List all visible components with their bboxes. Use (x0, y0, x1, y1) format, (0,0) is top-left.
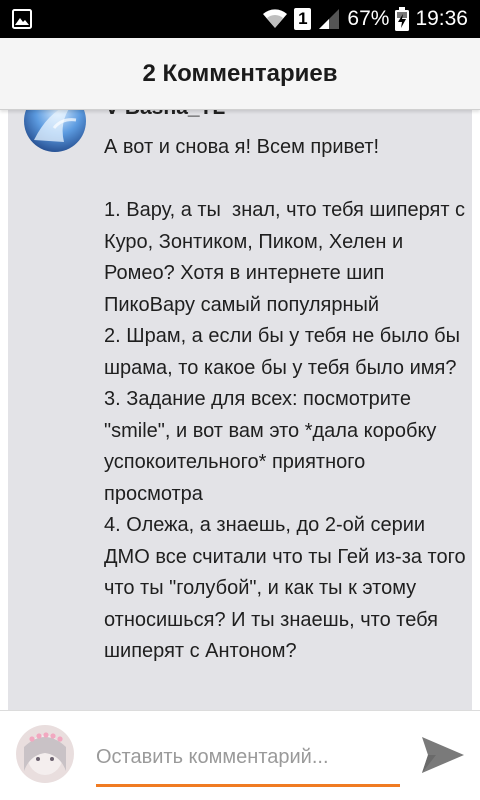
comment-list[interactable]: V-Basha_TL А вот и снова я! Всем привет!… (0, 110, 480, 710)
status-icons: 1 67% 19:36 (262, 0, 468, 38)
input-underline (96, 784, 400, 787)
comment-input-bar (0, 710, 480, 800)
battery-percent: 67% (347, 7, 390, 30)
clock: 19:36 (415, 7, 468, 30)
current-user-avatar[interactable] (16, 725, 74, 783)
comment-author[interactable]: V-Basha_TL (105, 110, 225, 120)
page-title: 2 Комментариев (142, 59, 338, 87)
comment-input[interactable] (96, 737, 400, 777)
send-icon[interactable] (418, 733, 466, 777)
status-bar: 1 67% 19:36 (0, 0, 480, 38)
image-notification-icon (12, 9, 32, 29)
comments-header: 2 Комментариев (0, 38, 480, 110)
battery-charging-icon (395, 7, 410, 31)
sim-indicator: 1 (294, 8, 312, 30)
wifi-icon (263, 9, 288, 28)
comment-text: А вот и снова я! Всем привет! 1. Вару, а… (104, 136, 466, 662)
signal-icon (319, 9, 340, 29)
